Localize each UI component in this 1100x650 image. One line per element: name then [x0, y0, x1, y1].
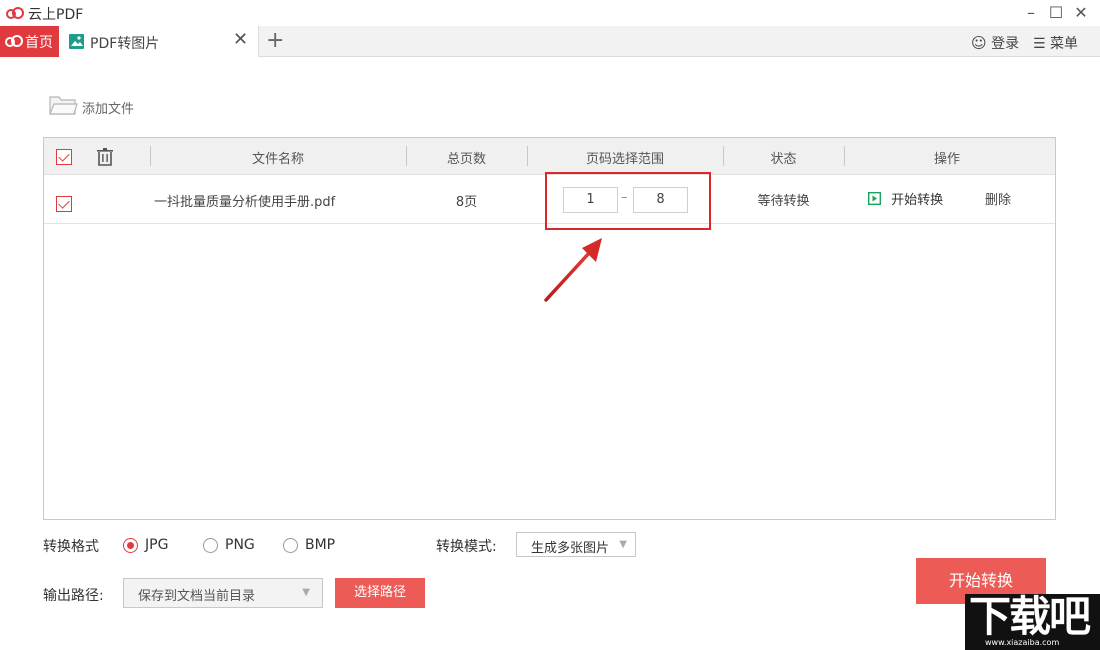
column-header-actions: 操作 [933, 152, 960, 167]
title-bar [0, 0, 1100, 26]
arrow-annotation-icon [544, 238, 602, 302]
trash-icon[interactable] [96, 148, 114, 166]
tab-home-label: 首页 [25, 35, 53, 51]
start-convert-link[interactable]: 开始转换 [867, 189, 943, 208]
table-header: 文件名称 总页数 页码选择范围 状态 操作 [44, 138, 1055, 175]
close-tab-icon[interactable]: ✕ [233, 29, 248, 50]
column-header-pages: 总页数 [446, 152, 486, 167]
status-text: 等待转换 [757, 194, 810, 209]
tab-pdf-to-image[interactable]: PDF转图片 ✕ [59, 26, 259, 57]
highlight-box [545, 172, 711, 230]
mode-label: 转换模式: [436, 539, 497, 555]
column-header-status: 状态 [770, 152, 797, 167]
login-button[interactable]: ☺ 登录 [971, 33, 1019, 53]
column-header-filename: 文件名称 [251, 152, 304, 167]
column-header-range: 页码选择范围 [585, 152, 664, 167]
tab-pdf-label: PDF转图片 [90, 36, 160, 52]
menu-button[interactable]: ☰ 菜单 [1033, 33, 1078, 53]
output-label: 输出路径: [43, 588, 104, 604]
file-name: 一抖批量质量分析使用手册.pdf [154, 195, 336, 210]
total-pages: 8页 [455, 195, 478, 210]
row-checkbox[interactable] [56, 196, 72, 212]
cloud-logo-icon [5, 35, 23, 47]
image-file-icon [69, 34, 84, 49]
play-icon [867, 191, 882, 206]
output-path-select[interactable]: 保存到文档当前目录 ▼ [123, 578, 323, 608]
cloud-logo-icon [6, 7, 24, 19]
radio-jpg-circle[interactable] [123, 538, 138, 553]
app-title: 云上PDF [28, 7, 84, 23]
format-label: 转换格式 [43, 539, 99, 555]
site-watermark-logo: 下载吧 www.xiazaiba.com [965, 594, 1100, 650]
delete-link[interactable]: 删除 [985, 189, 1011, 208]
close-window-button[interactable]: ✕ [1070, 3, 1092, 23]
radio-bmp-circle[interactable] [283, 538, 298, 553]
chevron-down-icon: ▼ [619, 539, 627, 550]
folder-icon [49, 96, 78, 115]
minimize-button[interactable]: – [1020, 3, 1042, 23]
maximize-button[interactable]: ☐ [1045, 3, 1067, 23]
user-icon: ☺ [971, 34, 987, 52]
add-file-label: 添加文件 [82, 102, 135, 117]
chevron-down-icon: ▼ [302, 587, 310, 598]
mode-select[interactable]: 生成多张图片 ▼ [516, 532, 636, 557]
select-all-checkbox[interactable] [56, 149, 72, 165]
radio-png-circle[interactable] [203, 538, 218, 553]
add-tab-icon[interactable]: + [266, 28, 284, 53]
list-icon: ☰ [1033, 36, 1046, 52]
tab-home[interactable]: 首页 [0, 26, 59, 57]
choose-path-button[interactable]: 选择路径 [335, 578, 425, 608]
